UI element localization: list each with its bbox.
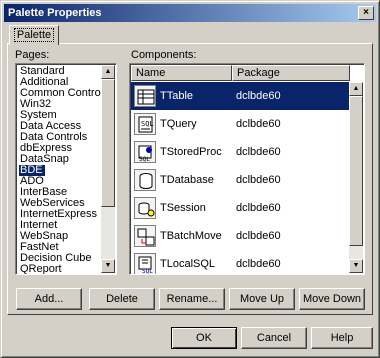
storedproc-icon: SQL	[134, 141, 156, 163]
component-row[interactable]: TDatabase dclbde60	[131, 166, 349, 194]
scroll-thumb[interactable]	[349, 96, 363, 246]
component-row[interactable]: TSession dclbde60	[131, 194, 349, 222]
window-title: Palette Properties	[8, 7, 102, 19]
pages-scrollbar[interactable]: ▲ ▼	[101, 65, 115, 273]
component-package: dclbde60	[236, 202, 281, 214]
component-package: dclbde60	[236, 174, 281, 186]
component-row[interactable]: SQL TLocalSQL dclbde60	[131, 250, 349, 274]
component-row[interactable]: TBatchMove dclbde60	[131, 222, 349, 250]
component-row[interactable]: TTable dclbde60	[131, 82, 349, 110]
rename-button-label: Rename...	[166, 293, 218, 305]
move-down-button[interactable]: Move Down	[299, 288, 365, 310]
component-name: TQuery	[160, 118, 197, 130]
tab-palette[interactable]: Palette	[9, 25, 59, 45]
ok-button-label: OK	[196, 332, 212, 344]
help-button[interactable]: Help	[311, 327, 373, 349]
move-up-button[interactable]: Move Up	[229, 288, 295, 310]
table-icon	[134, 85, 156, 107]
component-name: TLocalSQL	[160, 258, 216, 270]
title-bar: Palette Properties ×	[4, 4, 376, 22]
page-item[interactable]: QReport	[19, 264, 64, 275]
cancel-button-label: Cancel	[256, 332, 292, 344]
add-button[interactable]: Add...	[16, 288, 82, 310]
component-package: dclbde60	[236, 146, 281, 158]
query-icon: SQL	[134, 113, 156, 135]
pages-list[interactable]: Standard Additional Common Controls Win32 Sy…	[15, 63, 117, 275]
component-name: TTable	[160, 90, 194, 102]
batchmove-icon	[134, 225, 156, 247]
scroll-up-icon[interactable]: ▲	[101, 65, 115, 79]
pages-label: Pages:	[15, 49, 50, 61]
components-list[interactable]: Name Package TTable dclbde60 SQL TQuery dclb…	[129, 63, 365, 275]
components-scrollbar[interactable]: ▲ ▼	[349, 82, 363, 273]
svg-text:SQL: SQL	[139, 156, 150, 162]
database-icon	[134, 169, 156, 191]
component-name: TSession	[160, 202, 206, 214]
scroll-thumb[interactable]	[101, 79, 115, 207]
component-package: dclbde60	[236, 90, 281, 102]
component-name: TBatchMove	[160, 230, 222, 242]
components-label: Components:	[131, 49, 197, 61]
column-header-package[interactable]: Package	[232, 65, 350, 81]
component-name: TStoredProc	[160, 146, 222, 158]
component-package: dclbde60	[236, 230, 281, 242]
scroll-down-icon[interactable]: ▼	[101, 259, 115, 273]
delete-button-label: Delete	[106, 293, 138, 305]
scroll-down-icon[interactable]: ▼	[349, 259, 363, 273]
move-down-button-label: Move Down	[302, 293, 362, 305]
delete-button[interactable]: Delete	[89, 288, 155, 310]
svg-text:SQL: SQL	[141, 120, 154, 128]
component-package: dclbde60	[236, 258, 281, 270]
rename-button[interactable]: Rename...	[159, 288, 225, 310]
component-name: TDatabase	[160, 174, 214, 186]
component-package: dclbde60	[236, 118, 281, 130]
palette-properties-dialog: Palette Properties × Palette Pages: Stan…	[0, 0, 380, 358]
close-button[interactable]: ×	[358, 6, 374, 20]
add-button-label: Add...	[34, 293, 64, 305]
scroll-up-icon[interactable]: ▲	[349, 82, 363, 96]
move-up-button-label: Move Up	[239, 293, 285, 305]
component-row[interactable]: SQL TStoredProc dclbde60	[131, 138, 349, 166]
svg-text:SQL: SQL	[142, 268, 153, 274]
cancel-button[interactable]: Cancel	[241, 327, 307, 349]
component-row[interactable]: SQL TQuery dclbde60	[131, 110, 349, 138]
column-header-name[interactable]: Name	[131, 65, 232, 81]
localsql-icon: SQL	[134, 253, 156, 274]
tab-palette-label: Palette	[13, 28, 55, 42]
help-button-label: Help	[330, 332, 354, 344]
session-icon	[134, 197, 156, 219]
ok-button[interactable]: OK	[171, 327, 237, 349]
